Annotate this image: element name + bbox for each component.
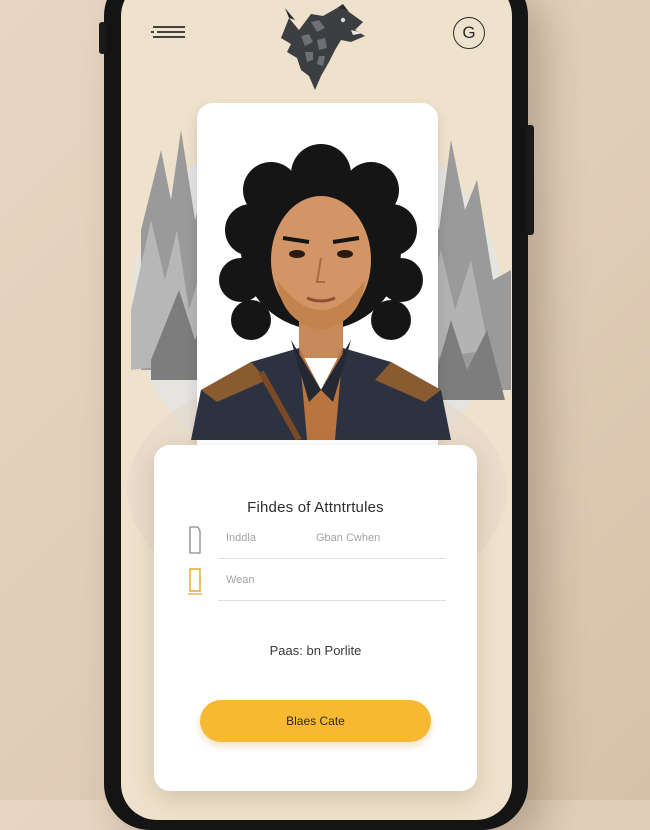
form-field-wean[interactable]: Wean	[184, 567, 446, 601]
id-card-icon	[188, 568, 202, 595]
phone-side-button-right	[526, 125, 534, 235]
document-icon	[189, 526, 201, 554]
app-screen: G Fihdes of Attntrtules Inddla Gban Cwhe…	[121, 0, 512, 820]
wolf-sigil-icon	[281, 4, 365, 90]
field-label-inddla: Inddla	[226, 532, 256, 544]
field-value-inddla: Gban Cwhen	[316, 532, 381, 544]
field-underline	[218, 558, 446, 559]
field-label-wean: Wean	[226, 574, 255, 586]
field-underline	[218, 600, 446, 601]
character-portrait-illustration	[191, 144, 451, 440]
profile-link[interactable]: Paas: bn Porlite	[154, 643, 477, 658]
primary-action-button[interactable]: Blaes Cate	[200, 700, 431, 742]
hamburger-menu-icon[interactable]	[151, 22, 187, 42]
form-title: Fihdes of Attntrtules	[247, 499, 384, 516]
phone-side-button-left	[99, 22, 106, 54]
attributes-form-card: Fihdes of Attntrtules Inddla Gban Cwhen …	[154, 445, 477, 791]
profile-letter: G	[462, 23, 476, 42]
profile-button[interactable]: G	[453, 17, 485, 49]
form-field-inddla[interactable]: Inddla Gban Cwhen	[184, 525, 446, 559]
